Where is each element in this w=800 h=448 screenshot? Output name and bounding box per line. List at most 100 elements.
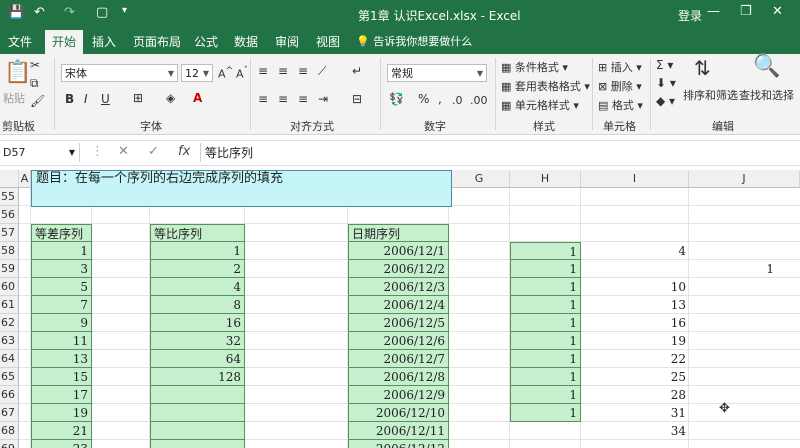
tell-me-search[interactable]: 💡 告诉我你想要做什么 — [356, 33, 472, 49]
restore-button[interactable]: ❐ — [740, 4, 752, 19]
cell-geo[interactable]: 16 — [150, 314, 245, 332]
font-size-select[interactable]: 12 ▼ — [181, 64, 213, 82]
sort-filter-label[interactable]: 排序和筛选 — [683, 87, 738, 103]
cell-date[interactable]: 2006/12/11 — [348, 422, 449, 440]
close-button[interactable]: ✕ — [772, 4, 783, 19]
cell-arith[interactable]: 17 — [31, 386, 92, 404]
delete-cells-button[interactable]: ⊠ 删除 ▾ — [598, 78, 642, 94]
column-header-g[interactable]: G — [449, 170, 510, 188]
bold-button[interactable]: B — [65, 92, 74, 106]
orientation-icon[interactable]: ⟋ — [318, 64, 326, 79]
cell-geo[interactable]: 64 — [150, 350, 245, 368]
cell-date[interactable]: 2006/12/9 — [348, 386, 449, 404]
tab-file[interactable]: 文件 — [8, 33, 32, 50]
enter-icon[interactable]: ✓ — [148, 144, 159, 159]
cell-geo[interactable]: 1 — [150, 242, 245, 260]
tab-review[interactable]: 审阅 — [275, 33, 299, 50]
align-middle-icon[interactable]: ≡ — [278, 64, 288, 78]
tab-page-layout[interactable]: 页面布局 — [133, 33, 181, 50]
cell-i[interactable]: 28 — [581, 386, 689, 404]
copy-icon[interactable]: ⧉ — [30, 76, 39, 91]
cell-date[interactable]: 2006/12/2 — [348, 260, 449, 278]
cell-i[interactable]: 19 — [581, 332, 689, 350]
tab-data[interactable]: 数据 — [234, 33, 258, 50]
row-header-61[interactable]: 61 — [0, 296, 19, 314]
cell-i[interactable]: 31 — [581, 404, 689, 422]
row-header-63[interactable]: 63 — [0, 332, 19, 350]
row-header-55[interactable]: 55 — [0, 188, 19, 206]
select-all-corner[interactable] — [0, 170, 19, 188]
cell-h[interactable]: 1 — [510, 278, 581, 296]
increase-decimal-icon[interactable]: .0 — [452, 94, 463, 107]
cell-h[interactable]: 1 — [510, 368, 581, 386]
format-painter-icon[interactable]: 🖌 — [30, 94, 45, 108]
format-as-table-button[interactable]: ▦ 套用表格格式 ▾ — [501, 78, 590, 94]
cell-i[interactable] — [581, 440, 689, 448]
cell-date[interactable]: 2006/12/5 — [348, 314, 449, 332]
cell-styles-button[interactable]: ▦ 单元格样式 ▾ — [501, 97, 579, 113]
cell-i[interactable]: 10 — [581, 278, 689, 296]
worksheet-grid[interactable]: ABCDEFGHIJ555657585960616263646566676869… — [0, 170, 800, 448]
row-header-60[interactable]: 60 — [0, 278, 19, 296]
cell-h[interactable]: 1 — [510, 242, 581, 260]
cell-arith[interactable]: 21 — [31, 422, 92, 440]
header-arithmetic-sequence[interactable]: 等差序列 — [31, 224, 92, 242]
cell-arith[interactable]: 9 — [31, 314, 92, 332]
decrease-decimal-icon[interactable]: .00 — [470, 94, 488, 107]
cell-date[interactable]: 2006/12/6 — [348, 332, 449, 350]
cell-arith[interactable]: 3 — [31, 260, 92, 278]
cell-geo[interactable]: 2 — [150, 260, 245, 278]
name-box[interactable]: D57 ▼ — [0, 143, 80, 162]
cell-i[interactable] — [581, 260, 689, 278]
cell-i[interactable]: 34 — [581, 422, 689, 440]
row-header-67[interactable]: 67 — [0, 404, 19, 422]
find-select-icon[interactable]: 🔍 — [753, 54, 780, 79]
formula-input[interactable]: 等比序列 — [205, 144, 253, 161]
login-link[interactable]: 登录 — [678, 7, 702, 24]
cell-geo[interactable] — [150, 422, 245, 440]
cell-geo[interactable]: 128 — [150, 368, 245, 386]
row-header-66[interactable]: 66 — [0, 386, 19, 404]
decrease-font-icon[interactable]: Aˇ — [236, 65, 248, 81]
align-bottom-icon[interactable]: ≡ — [298, 64, 308, 78]
currency-icon[interactable]: 💱 — [389, 92, 404, 106]
cell-date[interactable]: 2006/12/10 — [348, 404, 449, 422]
tab-home[interactable]: 开始 — [45, 30, 84, 54]
borders-icon[interactable]: ⊞ — [133, 91, 143, 105]
comma-icon[interactable]: , — [438, 92, 442, 106]
paste-label[interactable]: 粘贴 — [3, 90, 25, 106]
cell-j58[interactable]: 1 — [689, 260, 777, 278]
cell-arith[interactable]: 7 — [31, 296, 92, 314]
cell-h[interactable]: 1 — [510, 260, 581, 278]
cell-i[interactable]: 22 — [581, 350, 689, 368]
header-geometric-sequence[interactable]: 等比序列 — [150, 224, 245, 242]
cell-arith[interactable]: 5 — [31, 278, 92, 296]
align-left-icon[interactable]: ≡ — [258, 92, 268, 106]
tab-formulas[interactable]: 公式 — [194, 33, 218, 50]
cell-h[interactable]: 1 — [510, 386, 581, 404]
percent-icon[interactable]: % — [418, 92, 429, 106]
paste-icon[interactable]: 📋 — [4, 60, 31, 85]
column-header-a[interactable]: A — [19, 170, 31, 188]
cancel-icon[interactable]: ✕ — [118, 144, 129, 159]
cell-arith[interactable]: 23 — [31, 440, 92, 448]
clear-icon[interactable]: ◆ ▾ — [656, 94, 675, 108]
cell-geo[interactable]: 32 — [150, 332, 245, 350]
minimize-button[interactable]: — — [707, 4, 720, 19]
number-format-select[interactable]: 常规 ▼ — [387, 64, 487, 82]
tab-insert[interactable]: 插入 — [92, 33, 116, 50]
cell-date[interactable]: 2006/12/8 — [348, 368, 449, 386]
row-header-65[interactable]: 65 — [0, 368, 19, 386]
column-header-i[interactable]: I — [581, 170, 689, 188]
cell-geo[interactable] — [150, 404, 245, 422]
insert-function-icon[interactable]: fx — [178, 144, 190, 159]
cell-date[interactable]: 2006/12/4 — [348, 296, 449, 314]
cell-date[interactable]: 2006/12/1 — [348, 242, 449, 260]
cell-arith[interactable]: 13 — [31, 350, 92, 368]
cell-geo[interactable] — [150, 440, 245, 448]
column-header-j[interactable]: J — [689, 170, 800, 188]
cell-geo[interactable] — [150, 386, 245, 404]
cell-h[interactable]: 1 — [510, 296, 581, 314]
wrap-text-icon[interactable]: ↵ — [352, 64, 362, 78]
row-header-58[interactable]: 58 — [0, 242, 19, 260]
